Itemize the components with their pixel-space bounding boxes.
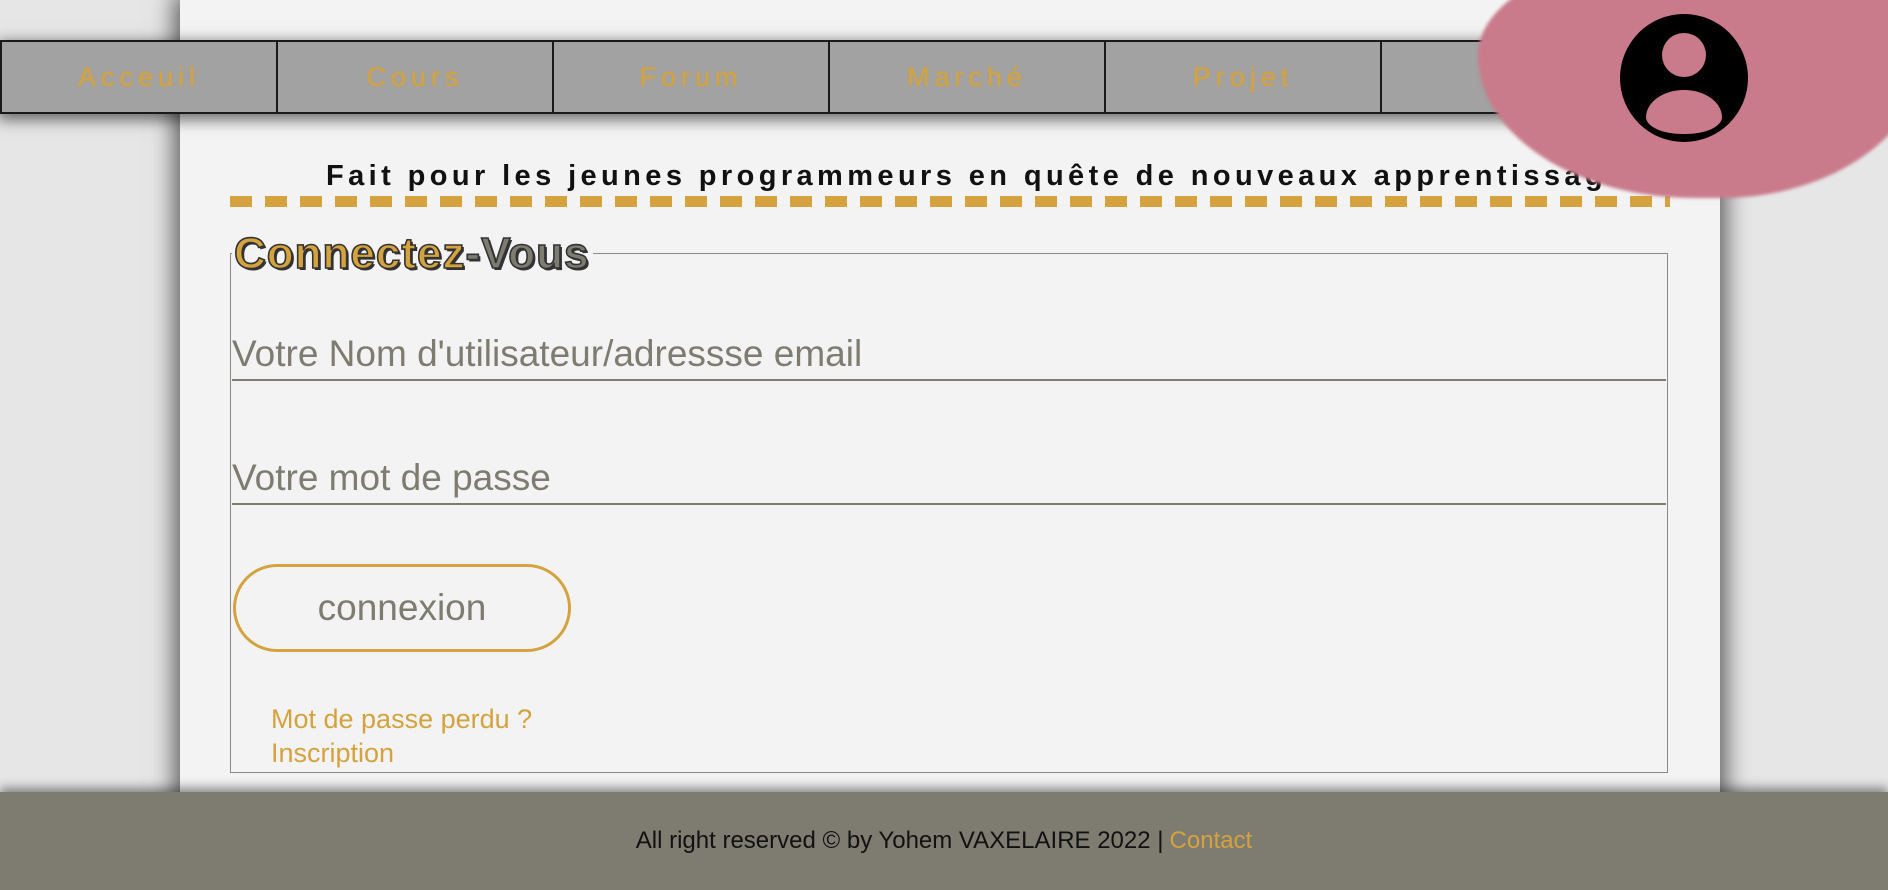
footer-copyright: All right reserved © by Yohem VAXELAIRE … bbox=[635, 827, 1164, 854]
forgot-password-link[interactable]: Mot de passe perdu ? bbox=[271, 704, 532, 735]
password-input[interactable] bbox=[232, 453, 1666, 505]
legend-part-1: Connectez bbox=[233, 228, 466, 279]
user-circle-icon[interactable] bbox=[1620, 14, 1748, 142]
nav-item-projet[interactable]: Projet bbox=[1104, 40, 1380, 114]
contact-link[interactable]: Contact bbox=[1170, 827, 1253, 855]
nav-item-label: Marché bbox=[906, 61, 1028, 92]
nav-item-label: Projet bbox=[1192, 61, 1294, 92]
nav-item-marche[interactable]: Marché bbox=[828, 40, 1104, 114]
dashed-divider bbox=[230, 196, 1670, 207]
legend-part-2: -Vous bbox=[465, 228, 590, 279]
nav-item-acceuil[interactable]: Acceuil bbox=[0, 40, 276, 114]
page-tagline: Fait pour les jeunes programmeurs en quê… bbox=[326, 160, 1649, 192]
username-input[interactable] bbox=[232, 329, 1666, 381]
nav-item-label: Cours bbox=[366, 61, 464, 92]
login-button[interactable]: connexion bbox=[233, 564, 571, 652]
nav-item-label: Acceuil bbox=[77, 61, 201, 92]
signup-link[interactable]: Inscription bbox=[271, 738, 394, 769]
avatar-head-shape bbox=[1662, 33, 1706, 77]
nav-item-label: Forum bbox=[639, 61, 743, 92]
login-legend: Connectez-Vous bbox=[232, 228, 594, 280]
footer: All right reserved © by Yohem VAXELAIRE … bbox=[0, 792, 1888, 890]
nav-item-cours[interactable]: Cours bbox=[276, 40, 552, 114]
avatar-body-shape bbox=[1646, 90, 1722, 134]
nav-item-forum[interactable]: Forum bbox=[552, 40, 828, 114]
